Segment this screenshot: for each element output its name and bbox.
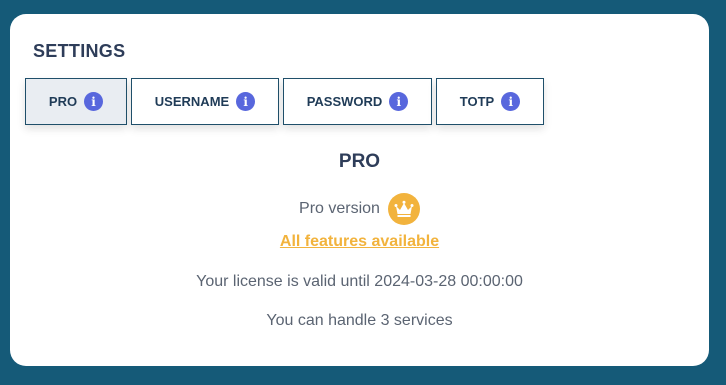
settings-title: SETTINGS <box>33 41 126 61</box>
pro-panel: PRO Pro version All features available Y… <box>10 149 709 330</box>
pro-version-label: Pro version <box>299 200 380 217</box>
tab-password[interactable]: PASSWORD i <box>283 78 432 125</box>
tab-username[interactable]: USERNAME i <box>131 78 279 125</box>
services-count-text: You can handle 3 services <box>266 312 453 329</box>
info-icon[interactable]: i <box>389 92 409 111</box>
tab-pro-label: PRO <box>48 94 78 109</box>
settings-card: SETTINGS PRO i USERNAME i PASSWORD i TOT… <box>10 14 709 366</box>
info-icon[interactable]: i <box>236 92 256 111</box>
tab-password-label: PASSWORD <box>306 94 383 109</box>
tab-totp-label: TOTP <box>459 94 495 109</box>
tab-totp[interactable]: TOTP i <box>436 78 544 125</box>
pro-version-row: Pro version <box>10 193 709 225</box>
crown-icon <box>387 193 420 225</box>
all-features-link[interactable]: All features available <box>280 233 439 251</box>
crown-icon-svg <box>394 200 414 217</box>
settings-tabs: PRO i USERNAME i PASSWORD i TOTP i <box>25 78 544 125</box>
info-icon[interactable]: i <box>501 92 521 111</box>
info-icon[interactable]: i <box>84 92 104 111</box>
pro-heading: PRO <box>338 151 381 172</box>
tab-username-label: USERNAME <box>154 94 230 109</box>
tab-pro[interactable]: PRO i <box>25 78 127 125</box>
license-validity-text: Your license is valid until 2024-03-28 0… <box>196 273 523 290</box>
